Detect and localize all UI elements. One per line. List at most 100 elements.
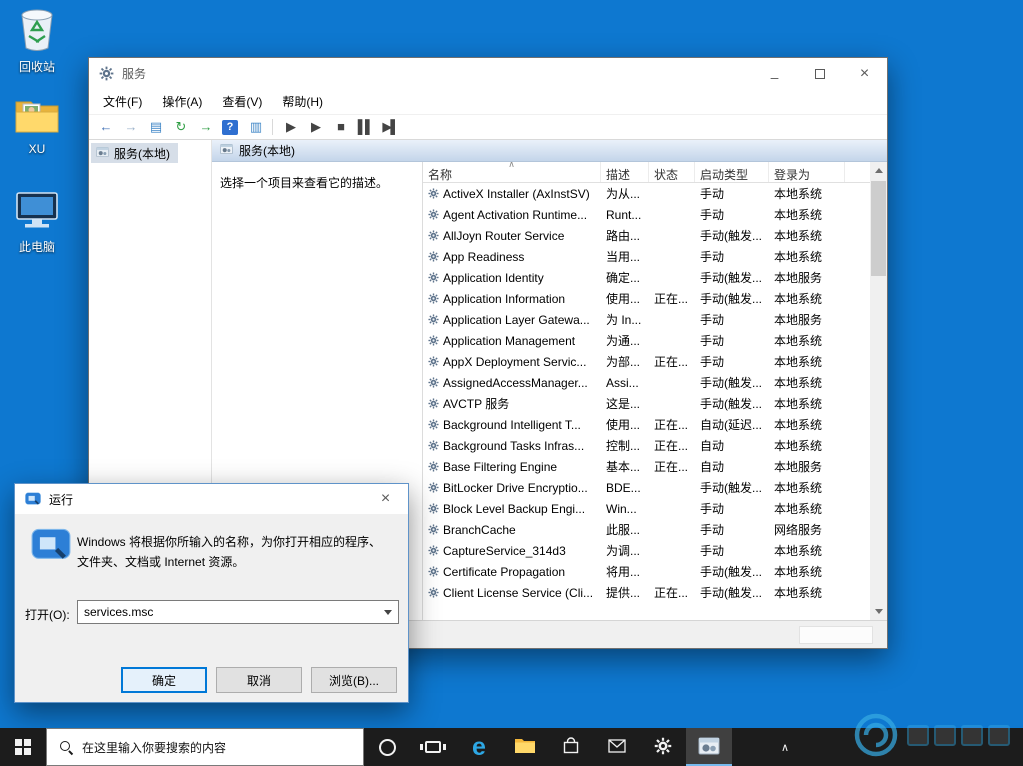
column-header-3[interactable]: 启动类型 xyxy=(695,162,769,182)
service-startup-type: 手动 xyxy=(700,523,725,537)
mail-icon xyxy=(608,738,626,756)
service-row[interactable]: Client License Service (Cli... 提供... 正在...… xyxy=(423,582,870,603)
service-row[interactable]: Background Intelligent T... 使用... 正在... 自动(… xyxy=(423,414,870,435)
edge-icon: e xyxy=(472,732,486,761)
settings-button[interactable] xyxy=(640,728,686,766)
service-name: Agent Activation Runtime... xyxy=(423,208,601,222)
menu-bar: 文件(F) 操作(A) 查看(V) 帮助(H) xyxy=(89,89,887,114)
desktop-icon-xu-folder[interactable]: XU xyxy=(0,96,74,156)
service-logon-as: 本地服务 xyxy=(774,460,823,474)
service-gear-icon xyxy=(428,545,439,556)
service-resume-icon[interactable]: ▶ xyxy=(307,119,323,135)
service-row[interactable]: AssignedAccessManager... Assi... 手动(触发... 本… xyxy=(423,372,870,393)
cortana-button[interactable] xyxy=(364,728,410,766)
service-row[interactable]: Agent Activation Runtime... Runt... 手动 本地系统 xyxy=(423,204,870,225)
vertical-scrollbar[interactable] xyxy=(870,162,887,620)
export-list-icon[interactable]: → xyxy=(197,119,213,135)
menu-item-2[interactable]: 查看(V) xyxy=(212,93,272,110)
open-combobox-value[interactable]: services.msc xyxy=(78,605,378,619)
service-startup-type: 手动(触发... xyxy=(700,397,762,411)
service-row[interactable]: Base Filtering Engine 基本... 正在... 自动 本地服务 xyxy=(423,456,870,477)
service-row[interactable]: BitLocker Drive Encryptio... BDE... 手动(触发.… xyxy=(423,477,870,498)
back-icon[interactable]: ← xyxy=(97,119,113,135)
forward-icon[interactable]: → xyxy=(122,119,138,135)
column-header-4[interactable]: 登录为 xyxy=(769,162,845,182)
service-gear-icon xyxy=(428,419,439,430)
service-row[interactable]: Block Level Backup Engi... Win... 手动 本地系统 xyxy=(423,498,870,519)
column-header-0[interactable]: 名称 ∧ xyxy=(423,162,601,182)
minimize-button[interactable]: – xyxy=(752,58,797,89)
service-start-icon[interactable]: ▶ xyxy=(282,119,298,135)
result-pane-header[interactable]: 服务(本地) xyxy=(212,140,887,162)
tree-item-services-local[interactable]: 服务(本地) xyxy=(91,143,178,163)
start-button[interactable] xyxy=(0,728,46,766)
service-description: 当用... xyxy=(606,250,641,264)
service-status: 正在... xyxy=(654,460,689,474)
mail-button[interactable] xyxy=(594,728,640,766)
service-startup-type: 手动 xyxy=(700,355,725,369)
menu-item-3[interactable]: 帮助(H) xyxy=(272,93,333,110)
service-gear-icon xyxy=(428,293,439,304)
scroll-track[interactable] xyxy=(870,179,887,603)
combobox-dropdown-button[interactable] xyxy=(378,601,398,623)
edge-button[interactable]: e xyxy=(456,728,502,766)
open-combobox[interactable]: services.msc xyxy=(77,600,399,624)
show-console-tree-icon[interactable]: ▤ xyxy=(147,119,163,135)
service-status: 正在... xyxy=(654,355,689,369)
column-header-2[interactable]: 状态 xyxy=(649,162,695,182)
service-name: Application Layer Gatewa... xyxy=(423,313,601,327)
refresh-icon[interactable]: ↻ xyxy=(172,119,188,135)
service-row[interactable]: Application Layer Gatewa... 为 In... 手动 本地服务 xyxy=(423,309,870,330)
desktop-icon-this-pc[interactable]: 此电脑 xyxy=(0,190,74,255)
service-row[interactable]: Background Tasks Infras... 控制... 正在... 自动 本地… xyxy=(423,435,870,456)
scroll-up-button[interactable] xyxy=(870,162,887,179)
service-logon-as: 本地系统 xyxy=(774,565,823,579)
service-row[interactable]: Application Management 为通... 手动 本地系统 xyxy=(423,330,870,351)
store-button[interactable] xyxy=(548,728,594,766)
service-stop-icon[interactable]: ■ xyxy=(332,119,348,135)
desktop-icon-recycle-bin[interactable]: 回收站 xyxy=(0,6,74,75)
service-row[interactable]: ActiveX Installer (AxInstSV) 为从... 手动 本地系统 xyxy=(423,183,870,204)
service-row[interactable]: Application Identity 确定... 手动(触发... 本地服务 xyxy=(423,267,870,288)
desktop-icon-label: 此电脑 xyxy=(18,240,55,254)
service-row[interactable]: Certificate Propagation 将用... 手动(触发... 本地系统 xyxy=(423,561,870,582)
task-view-button[interactable] xyxy=(410,728,456,766)
scroll-down-button[interactable] xyxy=(870,603,887,620)
service-row[interactable]: AppX Deployment Servic... 为部... 正在... 手动 本地系… xyxy=(423,351,870,372)
service-startup-type: 手动(触发... xyxy=(700,586,762,600)
file-explorer-button[interactable] xyxy=(502,728,548,766)
desktop: 回收站 XU 此电脑 服务 – × 文件(F) 操作(A) 查看(V) 帮助(H… xyxy=(0,0,1023,766)
ok-button[interactable]: 确定 xyxy=(121,667,207,693)
services-titlebar[interactable]: 服务 – × xyxy=(89,58,887,89)
column-header-1[interactable]: 描述 xyxy=(601,162,649,182)
services-app-icon xyxy=(99,66,114,81)
menu-item-0[interactable]: 文件(F) xyxy=(93,93,152,110)
show-hidden-icons-button[interactable]: ∧ xyxy=(774,728,796,766)
help-icon[interactable]: ? xyxy=(222,119,238,135)
service-name: App Readiness xyxy=(423,250,601,264)
service-row[interactable]: BranchCache 此服... 手动 网络服务 xyxy=(423,519,870,540)
taskbar-services-app-button[interactable] xyxy=(686,728,732,766)
service-status: 正在... xyxy=(654,586,689,600)
maximize-button[interactable] xyxy=(797,58,842,89)
service-pause-icon[interactable]: ▌▌ xyxy=(357,119,374,135)
service-row[interactable]: CaptureService_314d3 为调... 手动 本地系统 xyxy=(423,540,870,561)
taskbar-search-input[interactable]: 在这里输入你要搜索的内容 xyxy=(46,728,364,766)
store-icon xyxy=(562,736,580,758)
service-row[interactable]: App Readiness 当用... 手动 本地系统 xyxy=(423,246,870,267)
service-gear-icon xyxy=(428,188,439,199)
service-row[interactable]: AllJoyn Router Service 路由... 手动(触发... 本地系统 xyxy=(423,225,870,246)
run-dialog: 运行 × Windows 将根据你所输入的名称，为你打开相应的程序、 文件夹、文… xyxy=(14,483,409,703)
service-row[interactable]: Application Information 使用... 正在... 手动(触发..… xyxy=(423,288,870,309)
menu-item-1[interactable]: 操作(A) xyxy=(152,93,212,110)
service-row[interactable]: AVCTP 服务 这是... 手动(触发... 本地系统 xyxy=(423,393,870,414)
run-dialog-titlebar[interactable]: 运行 × xyxy=(15,484,408,514)
service-restart-icon[interactable]: ▶▌ xyxy=(382,119,399,135)
extended-view-icon[interactable]: ▥ xyxy=(247,119,263,135)
close-button[interactable]: × xyxy=(842,58,887,89)
scroll-thumb[interactable] xyxy=(871,181,886,276)
cancel-button[interactable]: 取消 xyxy=(216,667,302,693)
browse-button[interactable]: 浏览(B)... xyxy=(311,667,397,693)
service-logon-as: 本地系统 xyxy=(774,439,823,453)
run-close-button[interactable]: × xyxy=(363,484,408,514)
